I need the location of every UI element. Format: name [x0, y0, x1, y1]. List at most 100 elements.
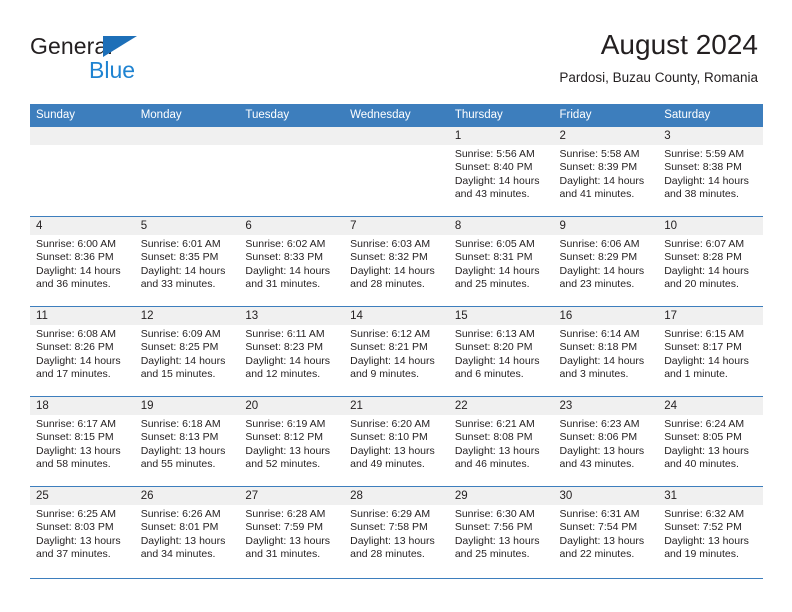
sunset-text: Sunset: 8:08 PM: [454, 431, 533, 444]
calendar-day-cell[interactable]: 2 Sunrise: 5:58 AM Sunset: 8:39 PM Daylight…: [553, 127, 659, 217]
calendar-week-row: 4 Sunrise: 6:00 AM Sunset: 8:36 PM Daylight…: [30, 216, 763, 307]
calendar-day-cell[interactable]: 28 Sunrise: 6:29 AM Sunset: 7:58 PM Dayligh…: [344, 486, 449, 576]
day-cell-inner: 27 Sunrise: 6:28 AM Sunset: 7:59 PM Dayligh…: [239, 487, 345, 576]
calendar-day-cell[interactable]: 3 Sunrise: 5:59 AM Sunset: 8:38 PM Daylight…: [658, 127, 763, 217]
day-number: [239, 127, 345, 145]
calendar-day-cell[interactable]: 1 Sunrise: 5:56 AM Sunset: 8:40 PM Daylight…: [448, 127, 554, 217]
calendar-day-cell[interactable]: 11 Sunrise: 6:08 AM Sunset: 8:26 PM Dayligh…: [30, 306, 135, 397]
sunset-text: Sunset: 7:54 PM: [559, 521, 638, 534]
day-cell-inner: 28 Sunrise: 6:29 AM Sunset: 7:58 PM Dayligh…: [344, 487, 449, 576]
calendar-day-cell[interactable]: 12 Sunrise: 6:09 AM Sunset: 8:25 PM Dayligh…: [134, 306, 240, 397]
day-cell-inner: 9 Sunrise: 6:06 AM Sunset: 8:29 PM Daylight…: [553, 217, 659, 307]
calendar-day-cell[interactable]: 5 Sunrise: 6:01 AM Sunset: 8:35 PM Daylight…: [134, 216, 240, 307]
calendar-day-cell[interactable]: 24 Sunrise: 6:24 AM Sunset: 8:05 PM Dayligh…: [658, 396, 763, 487]
day-number: 14: [344, 307, 449, 325]
calendar-day-cell[interactable]: 26 Sunrise: 6:26 AM Sunset: 8:01 PM Dayligh…: [134, 486, 240, 576]
calendar-day-cell[interactable]: 4 Sunrise: 6:00 AM Sunset: 8:36 PM Daylight…: [30, 216, 135, 307]
daylight-text: Daylight: 13 hours and 46 minutes.: [454, 444, 540, 471]
daylight-text: Daylight: 13 hours and 22 minutes.: [559, 534, 645, 561]
daylight-text: Daylight: 14 hours and 33 minutes.: [140, 264, 226, 291]
day-cell-details: Sunrise: 6:05 AM Sunset: 8:31 PM Daylight:…: [449, 235, 554, 292]
calendar-day-cell[interactable]: 8 Sunrise: 6:05 AM Sunset: 8:31 PM Daylight…: [448, 216, 554, 307]
day-number: 24: [658, 397, 763, 415]
day-cell-details: Sunrise: 6:18 AM Sunset: 8:13 PM Daylight:…: [135, 415, 240, 472]
day-cell-details: Sunrise: 6:11 AM Sunset: 8:23 PM Daylight:…: [239, 325, 344, 382]
sunrise-text: Sunrise: 6:26 AM: [140, 508, 221, 520]
day-cell-inner: 12 Sunrise: 6:09 AM Sunset: 8:25 PM Dayligh…: [134, 307, 240, 397]
calendar-day-cell[interactable]: 22 Sunrise: 6:21 AM Sunset: 8:08 PM Dayligh…: [448, 396, 554, 487]
day-cell-details: Sunrise: 5:59 AM Sunset: 8:38 PM Daylight:…: [658, 145, 763, 202]
calendar-day-cell[interactable]: 23 Sunrise: 6:23 AM Sunset: 8:06 PM Dayligh…: [553, 396, 659, 487]
day-cell-inner: 30 Sunrise: 6:31 AM Sunset: 7:54 PM Dayligh…: [553, 487, 659, 576]
daylight-text: Daylight: 14 hours and 15 minutes.: [140, 354, 226, 381]
sunset-text: Sunset: 8:13 PM: [140, 431, 219, 444]
day-cell-details: Sunrise: 6:26 AM Sunset: 8:01 PM Daylight:…: [135, 505, 240, 562]
sunrise-text: Sunrise: 6:05 AM: [454, 238, 535, 250]
day-number: 4: [30, 217, 135, 235]
day-cell-details: Sunrise: 6:19 AM Sunset: 8:12 PM Daylight:…: [239, 415, 344, 472]
sunrise-text: Sunrise: 6:09 AM: [140, 328, 221, 340]
calendar-day-cell[interactable]: 19 Sunrise: 6:18 AM Sunset: 8:13 PM Dayligh…: [134, 396, 240, 487]
weekday-header-sunday: Sunday: [30, 104, 135, 127]
sunrise-text: Sunrise: 5:56 AM: [454, 148, 535, 160]
calendar-day-cell[interactable]: 10 Sunrise: 6:07 AM Sunset: 8:28 PM Dayligh…: [658, 216, 763, 307]
sunset-text: Sunset: 8:38 PM: [664, 161, 742, 174]
day-cell-details: Sunrise: 6:12 AM Sunset: 8:21 PM Daylight:…: [344, 325, 449, 382]
calendar-day-cell[interactable]: 29 Sunrise: 6:30 AM Sunset: 7:56 PM Dayligh…: [448, 486, 554, 576]
sunset-text: Sunset: 7:58 PM: [350, 521, 428, 534]
day-number: 13: [239, 307, 345, 325]
day-cell-inner: 19 Sunrise: 6:18 AM Sunset: 8:13 PM Dayligh…: [134, 397, 240, 487]
sunrise-text: Sunrise: 6:32 AM: [664, 508, 745, 520]
daylight-text: Daylight: 13 hours and 43 minutes.: [559, 444, 645, 471]
sunrise-text: Sunrise: 6:00 AM: [36, 238, 116, 250]
sunset-text: Sunset: 8:33 PM: [245, 251, 324, 264]
calendar-day-cell[interactable]: 16 Sunrise: 6:14 AM Sunset: 8:18 PM Dayligh…: [553, 306, 659, 397]
day-cell-details: Sunrise: 6:25 AM Sunset: 8:03 PM Daylight:…: [30, 505, 135, 562]
day-cell-details: Sunrise: 6:21 AM Sunset: 8:08 PM Daylight:…: [449, 415, 554, 472]
sunset-text: Sunset: 8:39 PM: [559, 161, 638, 174]
calendar-day-cell[interactable]: 27 Sunrise: 6:28 AM Sunset: 7:59 PM Dayligh…: [239, 486, 345, 576]
calendar-day-cell[interactable]: 18 Sunrise: 6:17 AM Sunset: 8:15 PM Dayligh…: [30, 396, 135, 487]
calendar-cell-empty: [134, 127, 240, 217]
day-cell-inner: 17 Sunrise: 6:15 AM Sunset: 8:17 PM Dayligh…: [658, 307, 763, 397]
sunrise-text: Sunrise: 6:29 AM: [350, 508, 431, 520]
calendar-day-cell[interactable]: 9 Sunrise: 6:06 AM Sunset: 8:29 PM Daylight…: [553, 216, 659, 307]
calendar-day-cell[interactable]: 14 Sunrise: 6:12 AM Sunset: 8:21 PM Dayligh…: [344, 306, 449, 397]
daylight-text: Daylight: 14 hours and 23 minutes.: [559, 264, 645, 291]
logo-text-general: General: [30, 33, 113, 59]
sunset-text: Sunset: 8:29 PM: [559, 251, 638, 264]
calendar-day-cell[interactable]: 25 Sunrise: 6:25 AM Sunset: 8:03 PM Dayligh…: [30, 486, 135, 576]
sunset-text: Sunset: 8:03 PM: [36, 521, 114, 534]
sunset-text: Sunset: 8:32 PM: [350, 251, 428, 264]
daylight-text: Daylight: 14 hours and 41 minutes.: [559, 174, 645, 201]
sunset-text: Sunset: 8:26 PM: [36, 341, 114, 354]
sunset-text: Sunset: 8:23 PM: [245, 341, 324, 354]
day-cell-details: Sunrise: 6:15 AM Sunset: 8:17 PM Daylight:…: [658, 325, 763, 382]
day-cell-details: Sunrise: 6:13 AM Sunset: 8:20 PM Daylight:…: [449, 325, 554, 382]
day-cell-inner: 13 Sunrise: 6:11 AM Sunset: 8:23 PM Dayligh…: [239, 307, 345, 397]
sunrise-text: Sunrise: 6:08 AM: [36, 328, 116, 340]
calendar-day-cell[interactable]: 6 Sunrise: 6:02 AM Sunset: 8:33 PM Daylight…: [239, 216, 345, 307]
day-cell-details: Sunrise: 6:06 AM Sunset: 8:29 PM Daylight:…: [554, 235, 659, 292]
day-cell-inner: 2 Sunrise: 5:58 AM Sunset: 8:39 PM Daylight…: [553, 127, 659, 216]
calendar-day-cell[interactable]: 13 Sunrise: 6:11 AM Sunset: 8:23 PM Dayligh…: [239, 306, 345, 397]
sunset-text: Sunset: 8:20 PM: [454, 341, 533, 354]
calendar-day-cell[interactable]: 20 Sunrise: 6:19 AM Sunset: 8:12 PM Dayligh…: [239, 396, 345, 487]
daylight-text: Daylight: 14 hours and 31 minutes.: [245, 264, 331, 291]
calendar-day-cell[interactable]: 21 Sunrise: 6:20 AM Sunset: 8:10 PM Dayligh…: [344, 396, 449, 487]
calendar-day-cell[interactable]: 17 Sunrise: 6:15 AM Sunset: 8:17 PM Dayligh…: [658, 306, 763, 397]
sunrise-text: Sunrise: 6:06 AM: [559, 238, 640, 250]
calendar-day-cell[interactable]: 30 Sunrise: 6:31 AM Sunset: 7:54 PM Dayligh…: [553, 486, 659, 576]
day-number: 2: [553, 127, 659, 145]
generalblue-logo[interactable]: General Blue: [30, 33, 250, 83]
calendar-day-cell[interactable]: 7 Sunrise: 6:03 AM Sunset: 8:32 PM Daylight…: [344, 216, 449, 307]
sunset-text: Sunset: 8:28 PM: [664, 251, 742, 264]
daylight-text: Daylight: 13 hours and 40 minutes.: [664, 444, 749, 471]
calendar-day-cell[interactable]: 31 Sunrise: 6:32 AM Sunset: 7:52 PM Dayligh…: [658, 486, 763, 576]
weekday-header-row: Sunday Monday Tuesday Wednesday Thursday…: [30, 104, 763, 127]
sunset-text: Sunset: 8:12 PM: [245, 431, 324, 444]
calendar-day-cell[interactable]: 15 Sunrise: 6:13 AM Sunset: 8:20 PM Dayligh…: [448, 306, 554, 397]
sunrise-text: Sunrise: 6:15 AM: [664, 328, 745, 340]
day-cell-inner: 31 Sunrise: 6:32 AM Sunset: 7:52 PM Dayligh…: [658, 487, 763, 576]
day-cell-details: Sunrise: 6:01 AM Sunset: 8:35 PM Daylight:…: [135, 235, 240, 292]
